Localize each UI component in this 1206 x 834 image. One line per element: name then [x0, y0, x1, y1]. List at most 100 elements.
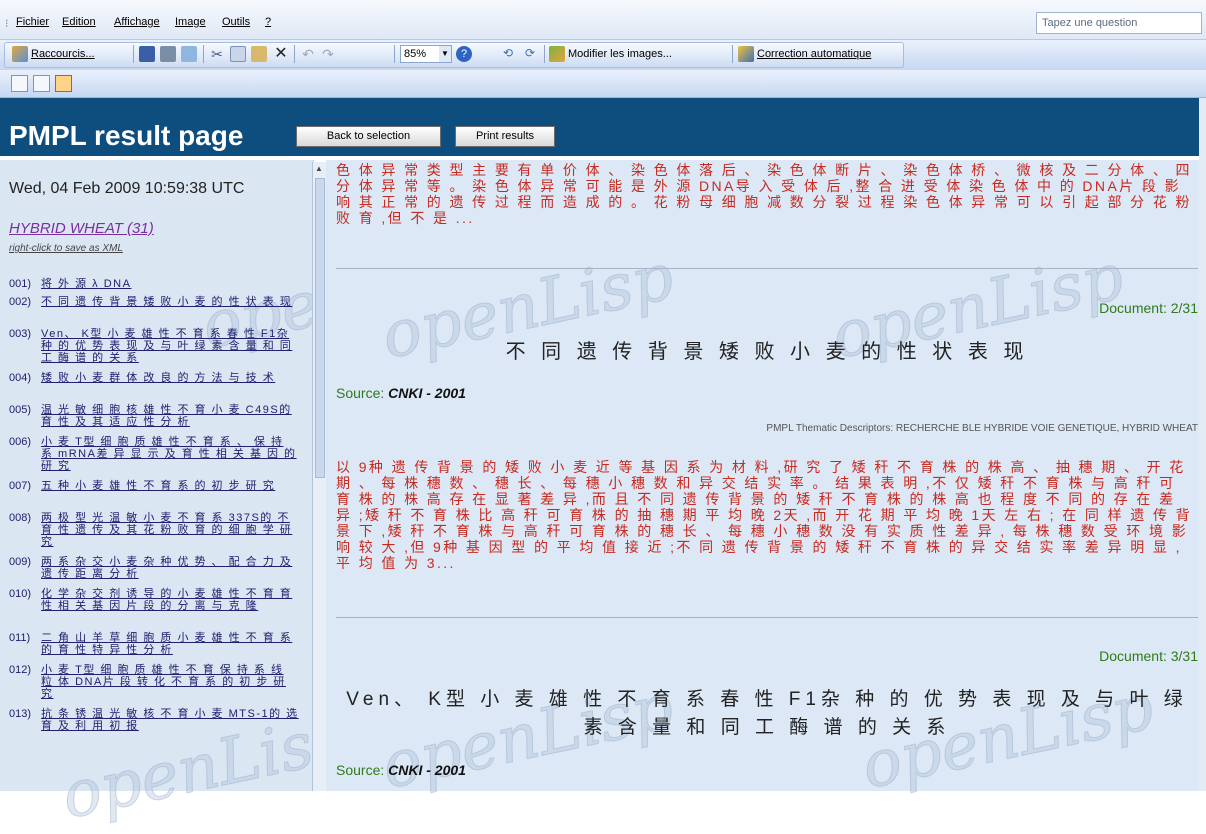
source-label: Source:: [336, 385, 385, 401]
list-item[interactable]: 013) 抗 条 锈 温 光 敏 核 不 育 小 麦 MTS-1的 选 育 及 利…: [9, 708, 299, 736]
item-link[interactable]: 矮 败 小 麦 群 体 改 良 的 方 法 与 技 术: [41, 372, 275, 400]
list-item[interactable]: 012) 小 麦 T型 细 胞 质 雄 性 不 育 保 持 系 线 粒 体 DNA…: [9, 664, 299, 704]
rotate-left-button[interactable]: ⟲: [500, 45, 516, 63]
paste-button[interactable]: [251, 45, 267, 63]
preview-icon: [181, 46, 197, 62]
undo-icon: ↶: [302, 46, 314, 62]
list-item[interactable]: 008) 两 极 型 光 温 敏 小 麦 不 育 系 337S的 不 育 性 遗 …: [9, 512, 299, 552]
modify-images-button[interactable]: Modifier les images...: [549, 45, 672, 63]
toolbar-separator: [133, 45, 134, 63]
document-3-title[interactable]: Ven、 K型 小 麦 雄 性 不 育 系 春 性 F1杂 种 的 优 势 表 …: [336, 686, 1198, 742]
document-2-number: Document: 2/31: [1099, 300, 1198, 316]
item-link[interactable]: 两 系 杂 交 小 麦 杂 种 优 势 、 配 合 力 及 遗 传 距 离 分 …: [41, 556, 299, 584]
undo-button[interactable]: ↶: [300, 45, 316, 63]
list-item[interactable]: 004) 矮 败 小 麦 群 体 改 良 的 方 法 与 技 术: [9, 372, 299, 400]
page-scrollbar[interactable]: [1199, 98, 1206, 791]
list-item[interactable]: 001) 将 外 源 λ DNA: [9, 278, 299, 292]
item-link[interactable]: Ven、 K型 小 麦 雄 性 不 育 系 春 性 F1杂 种 的 优 势 表 …: [41, 328, 299, 368]
help-button[interactable]: ?: [456, 45, 472, 63]
item-link[interactable]: 不 同 遗 传 背 景 矮 败 小 麦 的 性 状 表 现: [41, 296, 292, 324]
paste-icon: [251, 46, 267, 62]
rotate-right-icon: ⟳: [524, 46, 536, 60]
item-link[interactable]: 化 学 杂 交 剂 诱 导 的 小 麦 雄 性 不 育 育 性 相 关 基 因 …: [41, 588, 299, 628]
document-3-source: Source: CNKI - 2001: [336, 762, 466, 778]
back-to-selection-button[interactable]: Back to selection: [296, 126, 441, 147]
save-button[interactable]: [139, 45, 155, 63]
menu-outils[interactable]: Outils: [222, 16, 250, 28]
menu-help[interactable]: ?: [265, 16, 271, 28]
result-date: Wed, 04 Feb 2009 10:59:38 UTC: [9, 180, 245, 197]
menu-grip-icon: ⁝: [5, 18, 9, 30]
document-2-title[interactable]: 不 同 遗 传 背 景 矮 败 小 麦 的 性 状 表 现: [336, 338, 1198, 366]
chevron-down-icon[interactable]: ▼: [439, 46, 451, 62]
document-1-abstract: 色 体 异 常 类 型 主 要 有 单 价 体 、 染 色 体 落 后 、 染 …: [336, 162, 1192, 226]
print-icon: [160, 46, 176, 62]
zoom-value: 85%: [404, 48, 427, 60]
item-link[interactable]: 五 种 小 麦 雄 性 不 育 系 的 初 步 研 究: [41, 480, 275, 508]
document-2-abstract: 以 9种 遗 传 背 景 的 矮 败 小 麦 近 等 基 因 系 为 材 料 ,…: [336, 459, 1193, 571]
item-link[interactable]: 两 极 型 光 温 敏 小 麦 不 育 系 337S的 不 育 性 遗 传 及 …: [41, 512, 299, 552]
modify-images-label: Modifier les images...: [568, 48, 672, 60]
save-icon: [139, 46, 155, 62]
item-number: 004): [9, 372, 32, 384]
toolbar-separator: [544, 45, 545, 63]
save-xml-hint[interactable]: right-click to save as XML: [9, 243, 123, 254]
copy-icon: [230, 46, 246, 62]
source-label: Source:: [336, 762, 385, 778]
redo-button[interactable]: ↷: [320, 45, 336, 63]
document-divider: [336, 617, 1198, 618]
list-item[interactable]: 002) 不 同 遗 传 背 景 矮 败 小 麦 的 性 状 表 现: [9, 296, 299, 324]
scroll-up-icon[interactable]: ▲: [315, 164, 323, 173]
menu-fichier[interactable]: Fichier: [16, 16, 49, 28]
list-item[interactable]: 010) 化 学 杂 交 剂 诱 导 的 小 麦 雄 性 不 育 育 性 相 关 …: [9, 588, 299, 628]
autocorrect-icon: [738, 46, 754, 62]
item-link[interactable]: 二 角 山 羊 草 细 胞 质 小 麦 雄 性 不 育 系 的 育 性 特 异 …: [41, 632, 299, 660]
single-page-view-icon[interactable]: [55, 75, 72, 92]
item-link[interactable]: 将 外 源 λ DNA: [41, 278, 131, 292]
list-item[interactable]: 009) 两 系 杂 交 小 麦 杂 种 优 势 、 配 合 力 及 遗 传 距 …: [9, 556, 299, 584]
menu-affichage[interactable]: Affichage: [114, 16, 160, 28]
print-results-button[interactable]: Print results: [455, 126, 555, 147]
list-item[interactable]: 007) 五 种 小 麦 雄 性 不 育 系 的 初 步 研 究: [9, 480, 299, 508]
document-2-descriptors: PMPL Thematic Descriptors: RECHERCHE BLE…: [766, 423, 1198, 434]
item-number: 001): [9, 278, 32, 290]
toolbar-separator: [294, 45, 295, 63]
source-value: CNKI - 2001: [388, 762, 466, 778]
autocorrect-button[interactable]: Correction automatique: [738, 45, 871, 63]
topic-link[interactable]: HYBRID WHEAT (31): [9, 220, 154, 237]
list-item[interactable]: 006) 小 麦 T型 细 胞 质 雄 性 不 育 系 、 保 持 系 mRNA差…: [9, 436, 299, 476]
document-2-source: Source: CNKI - 2001: [336, 385, 466, 401]
item-link[interactable]: 温 光 敏 细 胞 核 雄 性 不 育 小 麦 C49S的 育 性 及 其 适 …: [41, 404, 299, 432]
rotate-right-button[interactable]: ⟳: [522, 45, 538, 63]
list-item[interactable]: 011) 二 角 山 羊 草 细 胞 质 小 麦 雄 性 不 育 系 的 育 性 …: [9, 632, 299, 660]
rotate-left-icon: ⟲: [502, 46, 514, 60]
print-button[interactable]: [160, 45, 176, 63]
filmstrip-view-icon[interactable]: [33, 75, 50, 92]
item-link[interactable]: 抗 条 锈 温 光 敏 核 不 育 小 麦 MTS-1的 选 育 及 利 用 初…: [41, 708, 299, 736]
item-link[interactable]: 小 麦 T型 细 胞 质 雄 性 不 育 系 、 保 持 系 mRNA差 异 显…: [41, 436, 299, 476]
menu-edition[interactable]: Edition: [62, 16, 96, 28]
zoom-select[interactable]: 85% ▼: [400, 45, 452, 63]
sidebar-scrollbar[interactable]: ▲: [312, 162, 326, 791]
thumbnail-view-icon[interactable]: [11, 75, 28, 92]
toolbar-separator: [203, 45, 204, 63]
list-item[interactable]: 005) 温 光 敏 细 胞 核 雄 性 不 育 小 麦 C49S的 育 性 及 …: [9, 404, 299, 432]
toolbar-separator: [394, 45, 395, 63]
question-input[interactable]: Tapez une question: [1036, 12, 1202, 34]
edit-image-icon: [549, 46, 565, 62]
item-number: 007): [9, 480, 32, 492]
copy-button[interactable]: [230, 45, 246, 63]
item-number: 012): [9, 664, 32, 676]
item-number: 011): [9, 632, 31, 644]
list-item[interactable]: 003) Ven、 K型 小 麦 雄 性 不 育 系 春 性 F1杂 种 的 优 …: [9, 328, 299, 368]
shortcuts-button[interactable]: Raccourcis...: [12, 45, 95, 63]
menu-image[interactable]: Image: [175, 16, 206, 28]
shortcuts-label: Raccourcis...: [31, 48, 95, 60]
cut-button[interactable]: ✂: [209, 45, 225, 63]
help-icon: ?: [456, 46, 472, 62]
preview-button[interactable]: [181, 45, 197, 63]
delete-button[interactable]: ✕: [273, 45, 289, 63]
item-link[interactable]: 小 麦 T型 细 胞 质 雄 性 不 育 保 持 系 线 粒 体 DNA片 段 …: [41, 664, 299, 704]
source-value: CNKI - 2001: [388, 385, 466, 401]
scroll-thumb[interactable]: [315, 178, 325, 478]
